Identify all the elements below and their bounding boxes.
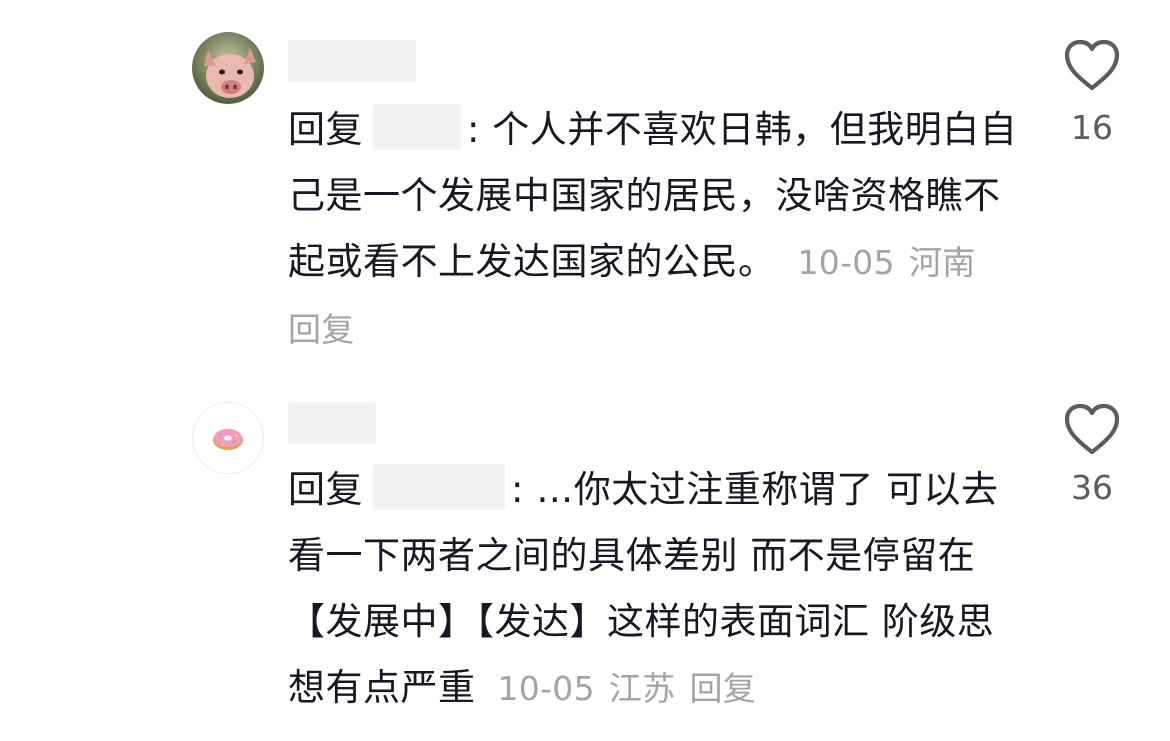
comment-item: 回复: …你太过注重称谓了 可以去看一下两者之间的具体差别 而不是停留在【发展中… bbox=[0, 380, 1170, 741]
like-button[interactable] bbox=[1060, 36, 1124, 96]
reply-prefix: 回复 bbox=[288, 108, 363, 151]
comment-date: 10-05 bbox=[797, 243, 895, 282]
like-button[interactable] bbox=[1060, 400, 1124, 460]
like-count: 36 bbox=[1071, 468, 1113, 507]
comment-location: 江苏 bbox=[608, 669, 676, 708]
comment-item: 回复: 个人并不喜欢日韩，但我明白自己是一个发展中国家的居民，没啥资格瞧不起或看… bbox=[0, 0, 1170, 380]
username-redacted[interactable] bbox=[288, 40, 416, 82]
comment-body: 回复: …你太过注重称谓了 可以去看一下两者之间的具体差别 而不是停留在【发展中… bbox=[288, 457, 1018, 722]
mentioned-user-redacted[interactable] bbox=[373, 464, 505, 510]
mentioned-user-redacted[interactable] bbox=[373, 104, 461, 150]
reply-prefix: 回复 bbox=[288, 468, 363, 511]
reply-button[interactable]: 回复 bbox=[690, 669, 757, 708]
username-redacted[interactable] bbox=[288, 402, 376, 444]
comment-body: 回复: 个人并不喜欢日韩，但我明白自己是一个发展中国家的居民，没啥资格瞧不起或看… bbox=[288, 97, 1018, 363]
heart-outline-icon bbox=[1064, 403, 1120, 455]
comment-meta: 10-05 江苏 回复 bbox=[498, 669, 771, 708]
donut-icon bbox=[193, 403, 263, 473]
comment-location: 河南 bbox=[908, 243, 976, 282]
pig-face-icon bbox=[192, 32, 264, 104]
like-count: 16 bbox=[1071, 108, 1113, 147]
avatar[interactable] bbox=[192, 32, 264, 104]
reply-button[interactable]: 回复 bbox=[288, 310, 355, 349]
heart-outline-icon bbox=[1064, 39, 1120, 91]
comment-date: 10-05 bbox=[497, 669, 595, 708]
avatar[interactable] bbox=[192, 402, 264, 474]
